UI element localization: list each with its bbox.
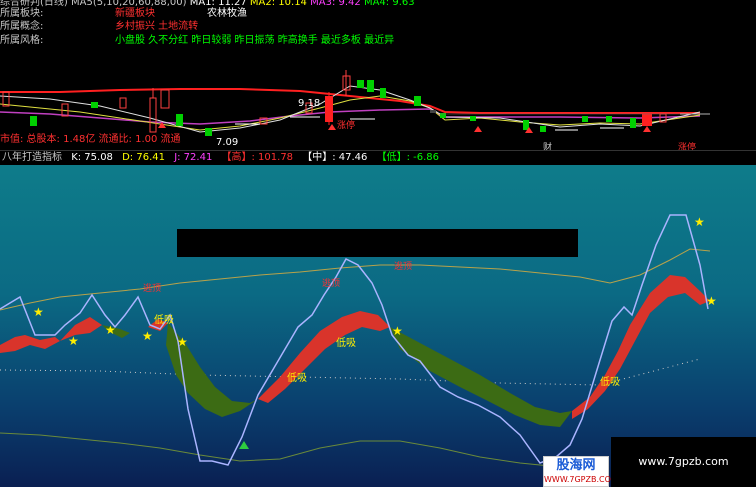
sector-value-1[interactable]: 新疆板块 xyxy=(115,8,155,20)
svg-text:★: ★ xyxy=(177,335,188,349)
logo-subtitle: WWW.7GPZB.COM xyxy=(544,475,618,484)
ma-red-line xyxy=(0,88,700,114)
limit-up-marker: 涨停 xyxy=(337,121,356,131)
upper-band-line xyxy=(0,248,711,311)
lower-band-line xyxy=(0,432,601,468)
svg-text:★: ★ xyxy=(68,334,79,348)
indicator-name[interactable]: 八年打造指标 xyxy=(2,152,62,163)
zhang-marker: 涨停 xyxy=(678,143,697,150)
price-label-high: 9.18 xyxy=(298,98,321,109)
chart-title: 综合研判(日线) xyxy=(0,0,68,8)
sector-label: 所属板块: xyxy=(0,8,44,19)
info-row-sector: 所属板块: 新疆板块 农林牧渔 xyxy=(0,8,247,20)
svg-text:★: ★ xyxy=(142,329,153,343)
style-value[interactable]: 小盘股 久不分红 昨日较弱 昨日振荡 昨高换手 最近多板 最近异 xyxy=(115,35,394,47)
j-value: J: 72.41 xyxy=(174,152,213,163)
triangle-icon xyxy=(239,441,249,449)
kline-chart xyxy=(0,70,710,136)
concept-value[interactable]: 乡村振兴 土地流转 xyxy=(115,21,198,33)
site-watermark[interactable]: www.7gpzb.com xyxy=(611,437,756,487)
style-label: 所属风格: xyxy=(0,35,44,46)
ma-params: MA5(5,10,20,60,88,00) xyxy=(71,0,187,8)
sector-value-2[interactable]: 农林牧渔 xyxy=(207,8,247,20)
redacted-block xyxy=(177,229,578,257)
info-row-style: 所属风格: 小盘股 久不分红 昨日较弱 昨日振荡 昨高换手 最近多板 最近异 xyxy=(0,35,394,47)
gao-value: 【高】: 101.78 xyxy=(221,152,294,163)
svg-text:★: ★ xyxy=(33,305,44,319)
fin-marker: 财 xyxy=(543,143,553,150)
gupiao-haiwang-logo[interactable]: 股海网 WWW.7GPZB.COM xyxy=(543,456,618,487)
panel-divider xyxy=(430,110,436,113)
svg-text:★: ★ xyxy=(392,324,403,338)
ma1-value: MA1: 11.27 xyxy=(189,0,247,8)
concept-label: 所属概念: xyxy=(0,21,44,32)
ma2-value: MA2: 10.14 xyxy=(249,0,307,8)
svg-text:★: ★ xyxy=(706,294,717,308)
price-label-low: 7.09 xyxy=(216,137,239,148)
top-escape-label: 逃顶 xyxy=(322,279,341,289)
ma3-value: MA3: 9.42 xyxy=(310,0,361,8)
zhong-value: 【中】: 47.46 xyxy=(302,152,368,163)
indicator-header: 八年打造指标 K: 75.08 D: 76.41 J: 72.41 【高】: 1… xyxy=(0,150,756,165)
d-value: D: 76.41 xyxy=(122,152,165,163)
logo-title: 股海网 xyxy=(556,458,596,473)
info-row-concept: 所属概念: 乡村振兴 土地流转 xyxy=(0,21,198,33)
top-escape-label: 逃顶 xyxy=(394,262,413,272)
dotted-mid-line xyxy=(0,358,701,386)
low-suck-label: 低吸 xyxy=(336,338,356,349)
di-value: 【低】: -6.86 xyxy=(376,152,440,163)
svg-text:★: ★ xyxy=(694,215,705,229)
ma4-value: MA4: 9.63 xyxy=(363,0,415,8)
low-suck-label: 低吸 xyxy=(287,373,307,384)
k-value: K: 75.08 xyxy=(71,152,113,163)
svg-text:★: ★ xyxy=(105,323,116,337)
low-suck-label: 低吸 xyxy=(600,377,620,388)
top-escape-label: 逃顶 xyxy=(143,284,162,294)
low-suck-label: 低吸 xyxy=(154,315,174,326)
market-cap-row: 市值: 总股本: 1.48亿 流通比: 1.00 流通 xyxy=(0,134,181,145)
indicator-panel[interactable]: ★ ★ ★ ★ ★ ★ ★ ★ 低吸 低吸 低吸 低吸 逃顶 逃顶 逃顶 股海网… xyxy=(0,165,756,487)
kline-panel[interactable]: 综合研判(日线) MA5(5,10,20,60,88,00) MA1: 11.2… xyxy=(0,0,756,150)
